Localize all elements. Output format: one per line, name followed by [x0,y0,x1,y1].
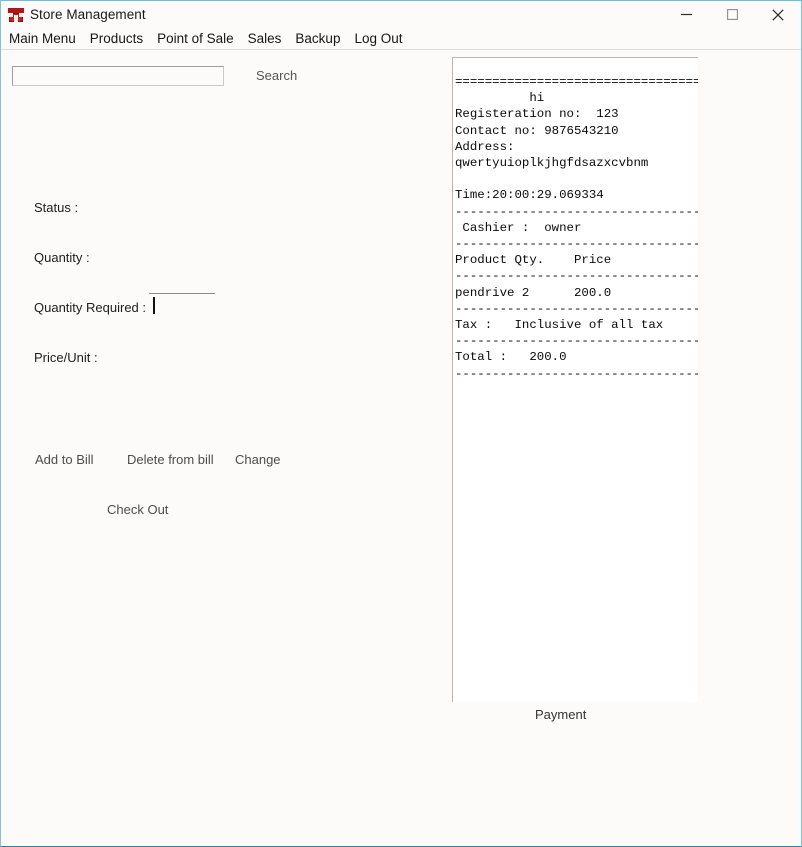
window-title: Store Management [30,7,146,22]
menu-item-log-out[interactable]: Log Out [347,29,409,49]
quantity-required-label: Quantity Required : [34,300,147,315]
window-controls [663,1,801,28]
receipt-text: ================================= hi Reg… [455,75,698,381]
menu-item-point-of-sale[interactable]: Point of Sale [150,29,241,49]
search-input[interactable] [12,66,224,86]
store-icon [8,7,24,23]
check-out-button[interactable]: Check Out [107,502,168,517]
product-form-panel: Search Status : Quantity : Quantity Requ… [1,51,441,846]
title-bar: Store Management [1,1,801,28]
quantity-label: Quantity : [34,250,90,265]
quantity-required-input[interactable] [149,293,215,318]
price-per-unit-label: Price/Unit : [34,350,98,365]
search-button[interactable]: Search [256,68,297,83]
menu-bar: Main Menu Products Point of Sale Sales B… [1,28,801,50]
delete-from-bill-button[interactable]: Delete from bill [127,452,214,467]
minimize-button[interactable] [663,1,709,28]
menu-item-main-menu[interactable]: Main Menu [1,29,83,49]
app-window: Store Management Main Menu Products Poin… [0,0,802,847]
change-button[interactable]: Change [235,452,281,467]
status-label: Status : [34,200,79,215]
maximize-button[interactable] [709,1,755,28]
text-cursor [153,297,155,314]
close-button[interactable] [755,1,801,28]
menu-item-sales[interactable]: Sales [241,29,289,49]
menu-item-backup[interactable]: Backup [288,29,347,49]
payment-button[interactable]: Payment [535,707,586,722]
receipt-panel[interactable]: ================================= hi Reg… [452,57,698,702]
add-to-bill-button[interactable]: Add to Bill [35,452,94,467]
menu-item-products[interactable]: Products [83,29,150,49]
